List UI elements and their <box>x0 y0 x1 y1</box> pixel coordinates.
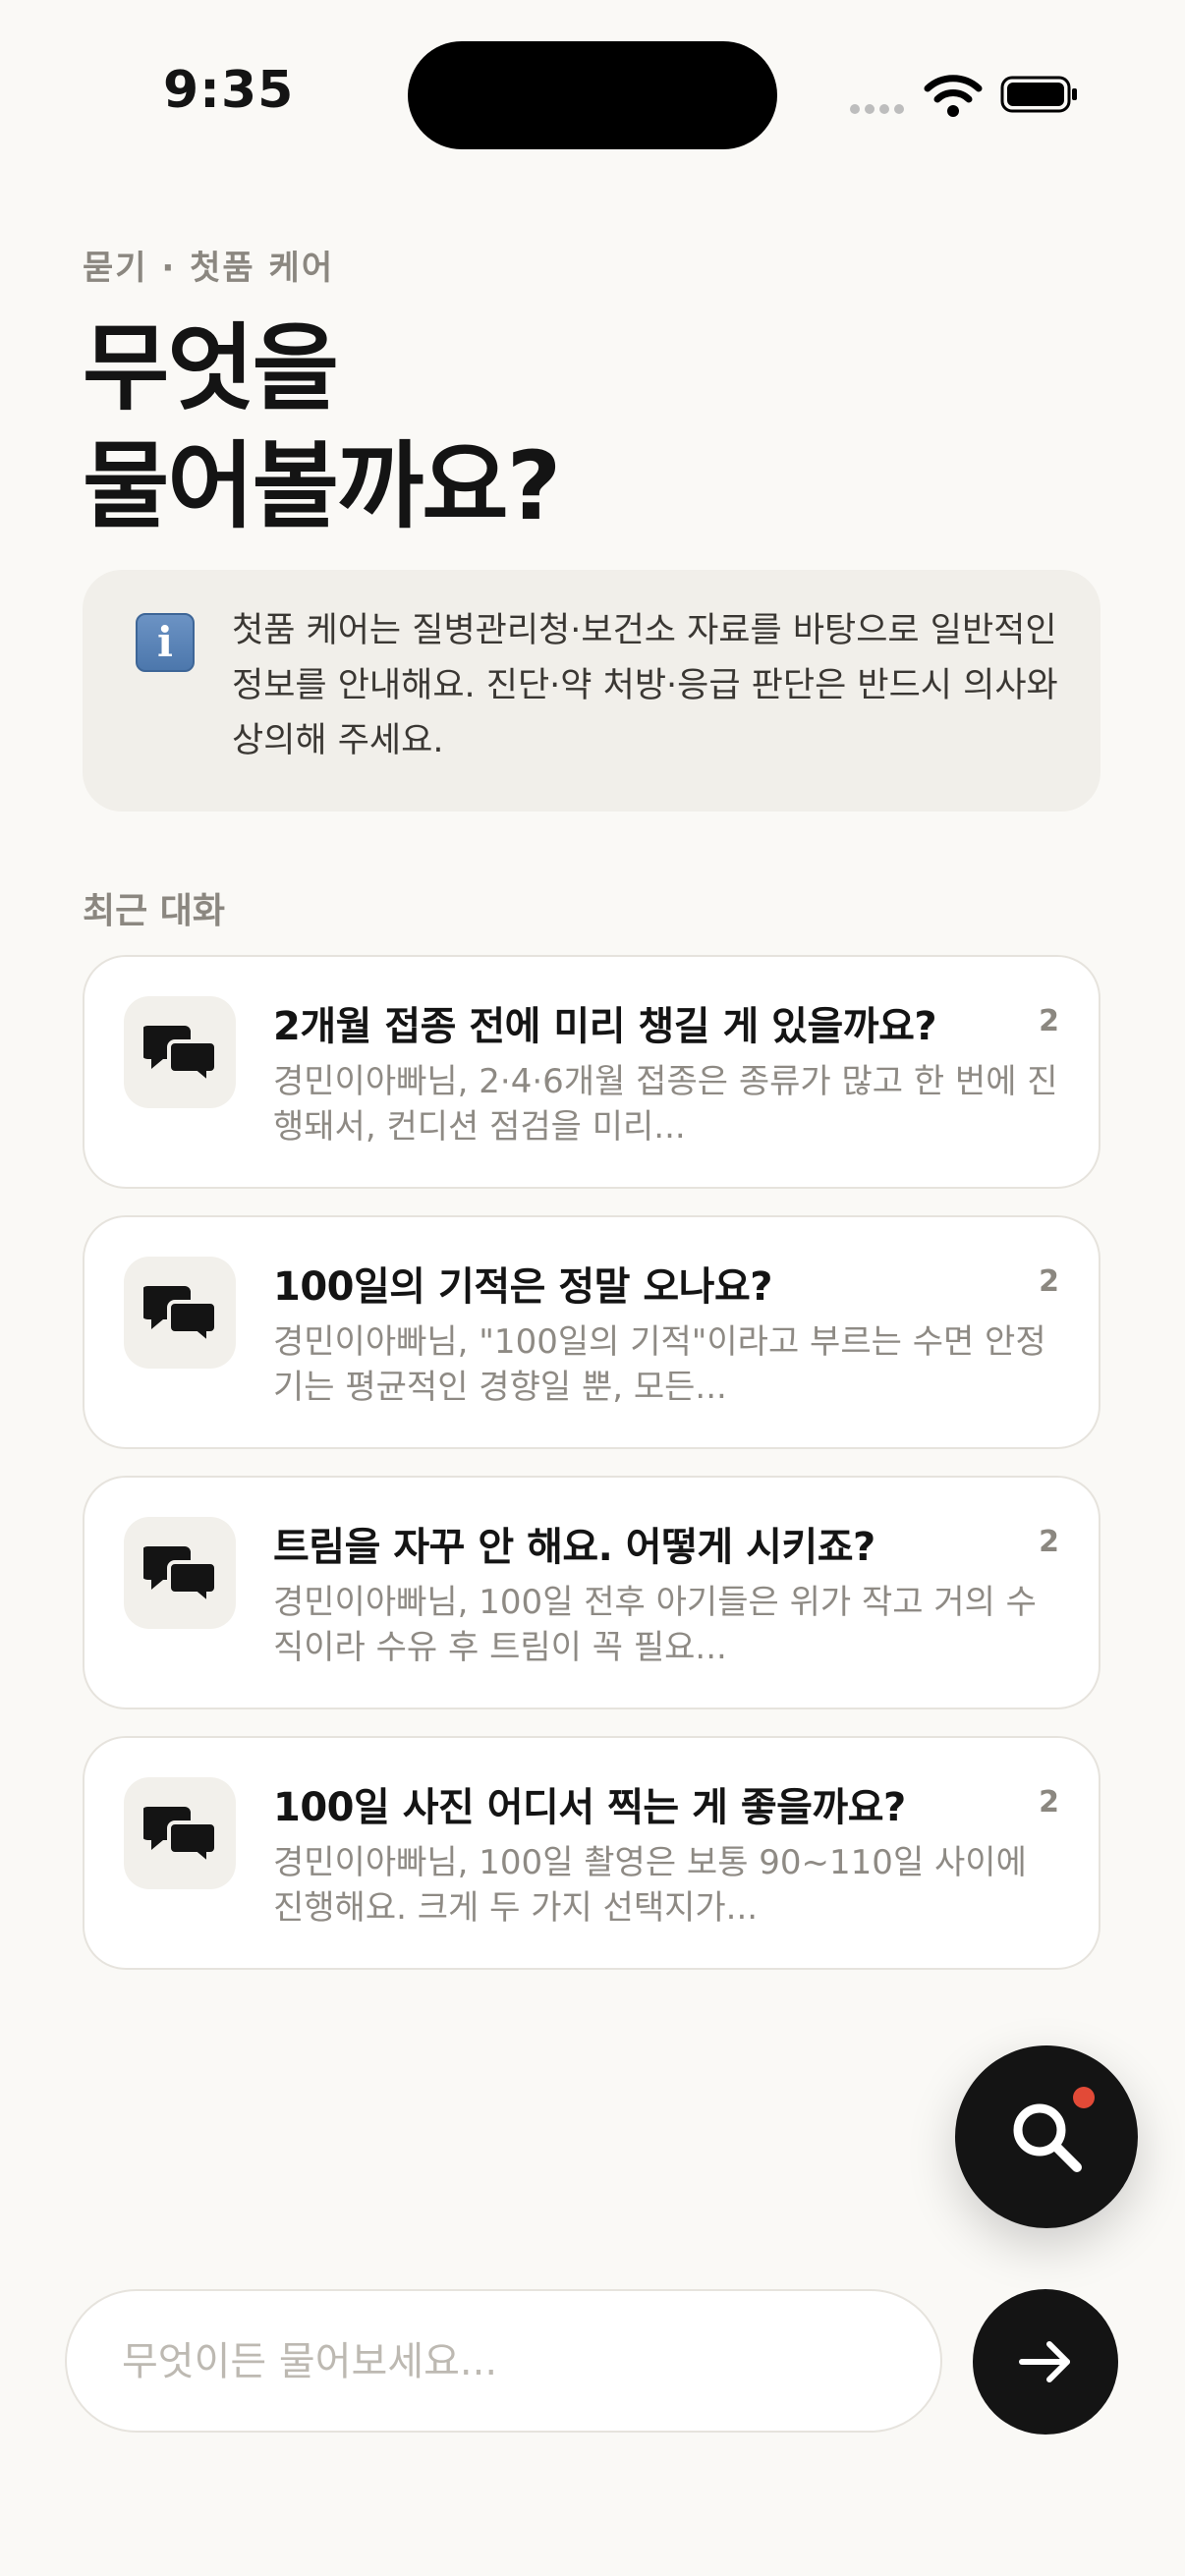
conversation-title: 100일의 기적은 정말 오나요? <box>273 1264 772 1310</box>
information-icon: i <box>136 613 195 672</box>
recent-conversations-label: 최근 대화 <box>83 891 226 931</box>
chat-bubbles-icon <box>124 996 236 1108</box>
send-button[interactable] <box>973 2289 1118 2435</box>
conversation-card[interactable]: 2개월 접종 전에 미리 챙길 게 있을까요? 2 경민이아빠님, 2·4·6개… <box>83 955 1100 1189</box>
message-count: 2 <box>1039 1004 1059 1038</box>
cellular-signal-icon <box>850 104 904 114</box>
conversation-card[interactable]: 트림을 자꾸 안 해요. 어떻게 시키죠? 2 경민이아빠님, 100일 전후 … <box>83 1476 1100 1709</box>
conversation-preview: 경민이아빠님, "100일의 기적"이라고 부르는 수면 안정기는 평균적인 경… <box>273 1322 1046 1407</box>
chat-bubbles-icon <box>124 1257 236 1369</box>
message-count: 2 <box>1039 1525 1059 1559</box>
battery-icon <box>1000 76 1077 113</box>
conversation-preview: 경민이아빠님, 100일 촬영은 보통 90~110일 사이에 진행해요. 크게… <box>273 1843 1027 1928</box>
conversation-preview: 경민이아빠님, 2·4·6개월 접종은 종류가 많고 한 번에 진행돼서, 컨디… <box>273 1062 1058 1147</box>
page-title-line-1: 무엇을 <box>83 313 339 423</box>
conversation-title: 2개월 접종 전에 미리 챙길 게 있을까요? <box>273 1004 937 1049</box>
page-title-line-2: 물어볼까요? <box>83 431 561 541</box>
conversation-card[interactable]: 100일 사진 어디서 찍는 게 좋을까요? 2 경민이아빠님, 100일 촬영… <box>83 1736 1100 1970</box>
search-icon <box>1013 2103 1082 2172</box>
chat-bubbles-icon <box>124 1777 236 1889</box>
message-count: 2 <box>1039 1785 1059 1820</box>
dynamic-island <box>408 41 777 149</box>
page-eyebrow: 묻기 · 첫품 케어 <box>83 249 335 288</box>
disclaimer-text: 첫품 케어는 질병관리청·보건소 자료를 바탕으로 일반적인 정보를 안내해요.… <box>232 611 1058 760</box>
message-composer <box>65 2289 942 2433</box>
conversation-title: 100일 사진 어디서 찍는 게 좋을까요? <box>273 1785 906 1830</box>
arrow-right-icon <box>1019 2341 1070 2382</box>
question-input[interactable] <box>120 2291 910 2433</box>
conversation-preview: 경민이아빠님, 100일 전후 아기들은 위가 작고 거의 수직이라 수유 후 … <box>273 1583 1037 1667</box>
conversation-card[interactable]: 100일의 기적은 정말 오나요? 2 경민이아빠님, "100일의 기적"이라… <box>83 1215 1100 1449</box>
conversation-title: 트림을 자꾸 안 해요. 어떻게 시키죠? <box>273 1525 875 1570</box>
notification-dot <box>1073 2087 1095 2108</box>
search-fab-button[interactable] <box>955 2045 1138 2228</box>
status-time: 9:35 <box>163 61 295 120</box>
chat-bubbles-icon <box>124 1517 236 1629</box>
wifi-icon <box>924 75 983 117</box>
disclaimer-notice: i 첫품 케어는 질병관리청·보건소 자료를 바탕으로 일반적인 정보를 안내해… <box>83 570 1100 812</box>
page-title: 무엇을 물어볼까요? <box>83 309 561 545</box>
message-count: 2 <box>1039 1264 1059 1299</box>
